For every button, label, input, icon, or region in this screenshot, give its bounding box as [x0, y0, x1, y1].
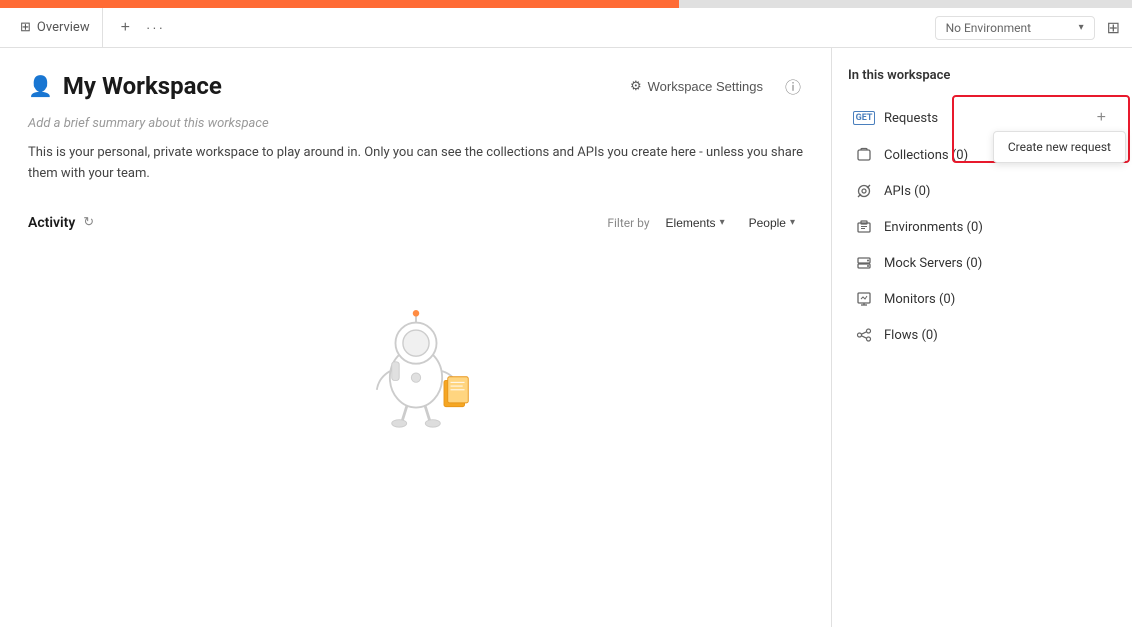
environments-label: Environments (0) — [884, 220, 983, 235]
workspace-settings-button[interactable]: ⚙ Workspace Settings — [622, 74, 771, 98]
mock-servers-icon — [854, 253, 874, 273]
nav-action-button[interactable]: ⊞ — [1103, 14, 1124, 42]
people-chevron-icon: ▾ — [790, 217, 795, 228]
sidebar-item-mock-servers[interactable]: Mock Servers (0) — [848, 245, 1116, 281]
workspace-person-icon: 👤 — [28, 74, 53, 98]
filter-group: Filter by Elements ▾ People ▾ — [607, 213, 803, 233]
monitors-label: Monitors (0) — [884, 292, 955, 307]
content-area: 👤 My Workspace ⚙ Workspace Settings ⓘ Ad… — [0, 48, 832, 627]
sidebar-item-monitors-left: Monitors (0) — [854, 289, 955, 309]
activity-header: Activity ↻ Filter by Elements ▾ People ▾ — [28, 213, 803, 233]
requests-label: Requests — [884, 111, 938, 126]
sidebar: In this workspace GET Requests + Create … — [832, 48, 1132, 627]
overview-tab[interactable]: ⊞ Overview — [8, 8, 103, 47]
tab-dots-button[interactable]: ··· — [140, 16, 171, 39]
sidebar-item-environments-left: Environments (0) — [854, 217, 983, 237]
nav-right-controls: No Environment ▾ ⊞ — [927, 14, 1124, 42]
people-filter-label: People — [749, 216, 786, 230]
environments-icon — [854, 217, 874, 237]
requests-item-wrapper: GET Requests + Create new request — [848, 99, 1116, 137]
sidebar-item-apis-left: APIs (0) — [854, 181, 930, 201]
monitors-icon — [854, 289, 874, 309]
sidebar-item-monitors[interactable]: Monitors (0) — [848, 281, 1116, 317]
apis-icon — [854, 181, 874, 201]
workspace-summary: Add a brief summary about this workspace — [28, 116, 803, 131]
sidebar-item-requests-left: GET Requests — [854, 108, 938, 128]
activity-title: Activity — [28, 215, 75, 231]
add-tab-button[interactable]: + — [115, 15, 136, 41]
flows-label: Flows (0) — [884, 328, 938, 343]
elements-filter-label: Elements — [666, 216, 716, 230]
workspace-title-group: 👤 My Workspace — [28, 72, 222, 100]
collections-label: Collections (0) — [884, 148, 968, 163]
flows-icon — [854, 325, 874, 345]
workspace-description: This is your personal, private workspace… — [28, 143, 803, 185]
activity-title-group: Activity ↻ — [28, 215, 94, 231]
environment-label: No Environment — [946, 21, 1031, 35]
env-chevron-icon: ▾ — [1079, 22, 1084, 33]
workspace-title: My Workspace — [63, 72, 222, 100]
requests-icon: GET — [854, 108, 874, 128]
overview-icon: ⊞ — [20, 20, 31, 35]
sidebar-item-apis[interactable]: APIs (0) — [848, 173, 1116, 209]
elements-filter-button[interactable]: Elements ▾ — [658, 213, 733, 233]
main-layout: 👤 My Workspace ⚙ Workspace Settings ⓘ Ad… — [0, 48, 1132, 627]
workspace-info-button[interactable]: ⓘ — [783, 72, 803, 100]
info-icon: ⓘ — [785, 80, 801, 97]
sidebar-item-flows-left: Flows (0) — [854, 325, 938, 345]
sidebar-item-environments[interactable]: Environments (0) — [848, 209, 1116, 245]
mock-servers-label: Mock Servers (0) — [884, 256, 982, 271]
tab-area: + ··· — [107, 8, 923, 47]
workspace-actions: ⚙ Workspace Settings ⓘ — [622, 72, 803, 100]
empty-state — [28, 249, 803, 469]
empty-state-illustration — [346, 289, 486, 429]
sidebar-item-flows[interactable]: Flows (0) — [848, 317, 1116, 353]
sidebar-item-mock-left: Mock Servers (0) — [854, 253, 982, 273]
sidebar-item-requests[interactable]: GET Requests + — [848, 99, 1116, 137]
sidebar-item-collections[interactable]: Collections (0) — [848, 137, 1116, 173]
collections-icon — [854, 145, 874, 165]
settings-sliders-icon: ⚙ — [630, 78, 642, 94]
filter-by-label: Filter by — [607, 216, 649, 230]
refresh-icon[interactable]: ↻ — [83, 215, 94, 230]
overview-label: Overview — [37, 20, 90, 35]
nav-bar: ⊞ Overview + ··· No Environment ▾ ⊞ — [0, 8, 1132, 48]
workspace-settings-label: Workspace Settings — [648, 79, 763, 94]
workspace-header: 👤 My Workspace ⚙ Workspace Settings ⓘ — [28, 72, 803, 100]
environment-selector[interactable]: No Environment ▾ — [935, 16, 1095, 40]
apis-label: APIs (0) — [884, 184, 930, 199]
add-request-button[interactable]: + — [1093, 107, 1110, 129]
top-progress-bar — [0, 0, 1132, 8]
sidebar-item-collections-left: Collections (0) — [854, 145, 968, 165]
in-workspace-title: In this workspace — [848, 68, 1116, 83]
people-filter-button[interactable]: People ▾ — [741, 213, 803, 233]
elements-chevron-icon: ▾ — [720, 217, 725, 228]
